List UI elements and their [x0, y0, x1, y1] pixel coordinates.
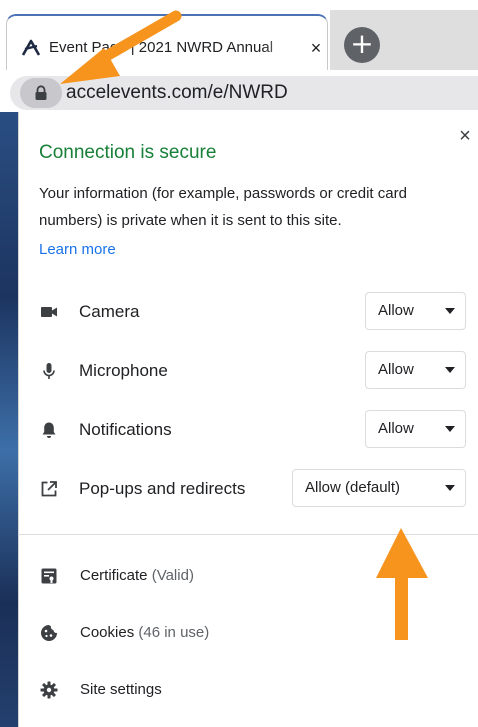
annotation-arrow-top	[60, 10, 182, 84]
annotation-arrow-bottom	[376, 528, 428, 640]
annotation-arrows	[60, 10, 428, 640]
browser-window: Event Page | 2021 NWRD Annual × + accele…	[0, 0, 478, 727]
